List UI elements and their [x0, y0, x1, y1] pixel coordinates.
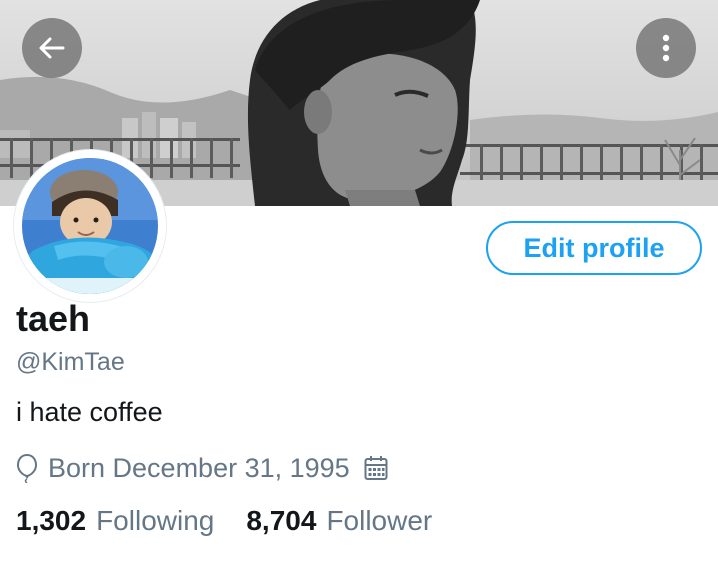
- follower-stat[interactable]: 8,704 Follower: [246, 505, 432, 537]
- follower-count: 8,704: [246, 505, 317, 536]
- avatar-photo: [17, 153, 163, 299]
- username-handle: @KimTae: [16, 348, 125, 376]
- calendar-icon: [364, 455, 388, 481]
- following-count: 1,302: [16, 505, 87, 536]
- following-label: Following: [96, 505, 215, 536]
- balloon-icon: [16, 453, 38, 483]
- profile-page: Edit profile taeh @KimTae i hate coffee …: [0, 0, 718, 574]
- display-name: taeh: [16, 298, 91, 339]
- back-button[interactable]: [22, 18, 82, 78]
- birthdate-row: Born December 31, 1995: [16, 452, 388, 484]
- edit-profile-button[interactable]: Edit profile: [486, 221, 702, 275]
- birthdate-text: Born December 31, 1995: [48, 452, 350, 483]
- follow-stats: 1,302 Following 8,704 Follower: [16, 505, 432, 537]
- follower-label: Follower: [326, 505, 433, 536]
- arrow-left-icon: [39, 37, 65, 59]
- following-stat[interactable]: 1,302 Following: [16, 505, 214, 537]
- more-options-button[interactable]: [636, 18, 696, 78]
- vertical-dots-icon: [662, 34, 670, 62]
- bio-text: i hate coffee: [16, 397, 163, 427]
- profile-avatar[interactable]: [14, 150, 166, 302]
